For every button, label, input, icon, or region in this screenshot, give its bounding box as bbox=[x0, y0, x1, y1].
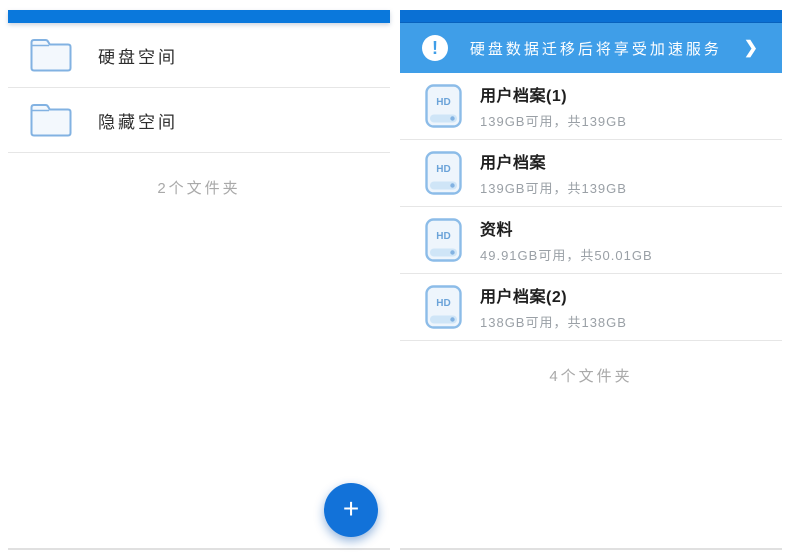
drive-list-screen: ! 硬盘数据迁移后将享受加速服务 ❯ HD 用户档案(1) 139GB可用，共1… bbox=[400, 10, 782, 550]
folder-row-2[interactable]: 隐藏空间 bbox=[8, 88, 390, 153]
drive-subtitle: 49.91GB可用，共50.01GB bbox=[480, 245, 653, 264]
drive-text: 用户档案(1) 139GB可用，共139GB bbox=[480, 82, 627, 130]
folder-count-label: 2个文件夹 bbox=[8, 153, 390, 198]
drive-title: 用户档案(1) bbox=[480, 82, 627, 106]
hard-drive-icon: HD bbox=[425, 285, 462, 329]
folder-row-1[interactable]: 硬盘空间 bbox=[8, 23, 390, 88]
folder-icon bbox=[30, 103, 72, 138]
folder-icon bbox=[30, 38, 72, 73]
hd-icon-label: HD bbox=[436, 298, 450, 309]
screenshot-canvas: 硬盘空间 隐藏空间 2个文件夹 + ! 硬盘数据迁移后将享受加速服务 ❯ bbox=[0, 0, 790, 560]
drive-subtitle: 138GB可用，共138GB bbox=[480, 312, 627, 331]
plus-icon: + bbox=[343, 495, 359, 523]
folder-list-screen: 硬盘空间 隐藏空间 2个文件夹 + bbox=[8, 10, 390, 550]
migration-notice-banner[interactable]: ! 硬盘数据迁移后将享受加速服务 ❯ bbox=[400, 23, 782, 73]
folder-name: 硬盘空间 bbox=[98, 43, 178, 68]
hd-icon-label: HD bbox=[436, 97, 450, 108]
banner-text: 硬盘数据迁移后将享受加速服务 bbox=[448, 38, 744, 59]
hard-drive-icon: HD bbox=[425, 84, 462, 128]
status-bar bbox=[400, 10, 782, 23]
drive-row-1[interactable]: HD 用户档案(1) 139GB可用，共139GB bbox=[400, 73, 782, 140]
folder-name: 隐藏空间 bbox=[98, 108, 178, 133]
drive-text: 资料 49.91GB可用，共50.01GB bbox=[480, 216, 653, 264]
alert-icon: ! bbox=[422, 35, 448, 61]
drive-title: 用户档案(2) bbox=[480, 283, 627, 307]
drive-text: 用户档案 139GB可用，共139GB bbox=[480, 149, 627, 197]
status-bar bbox=[8, 10, 390, 23]
drive-row-3[interactable]: HD 资料 49.91GB可用，共50.01GB bbox=[400, 207, 782, 274]
drive-title: 资料 bbox=[480, 216, 653, 240]
hard-drive-icon: HD bbox=[425, 218, 462, 262]
hd-icon-label: HD bbox=[436, 164, 450, 175]
folder-count-label: 4个文件夹 bbox=[400, 341, 782, 386]
drive-row-4[interactable]: HD 用户档案(2) 138GB可用，共138GB bbox=[400, 274, 782, 341]
add-folder-button[interactable]: + bbox=[324, 483, 378, 537]
drive-title: 用户档案 bbox=[480, 149, 627, 173]
hd-icon-label: HD bbox=[436, 231, 450, 242]
hard-drive-icon: HD bbox=[425, 151, 462, 195]
alert-glyph: ! bbox=[432, 38, 438, 59]
drive-subtitle: 139GB可用，共139GB bbox=[480, 111, 627, 130]
drive-text: 用户档案(2) 138GB可用，共138GB bbox=[480, 283, 627, 331]
drive-row-2[interactable]: HD 用户档案 139GB可用，共139GB bbox=[400, 140, 782, 207]
chevron-right-icon: ❯ bbox=[744, 38, 758, 58]
drive-subtitle: 139GB可用，共139GB bbox=[480, 178, 627, 197]
